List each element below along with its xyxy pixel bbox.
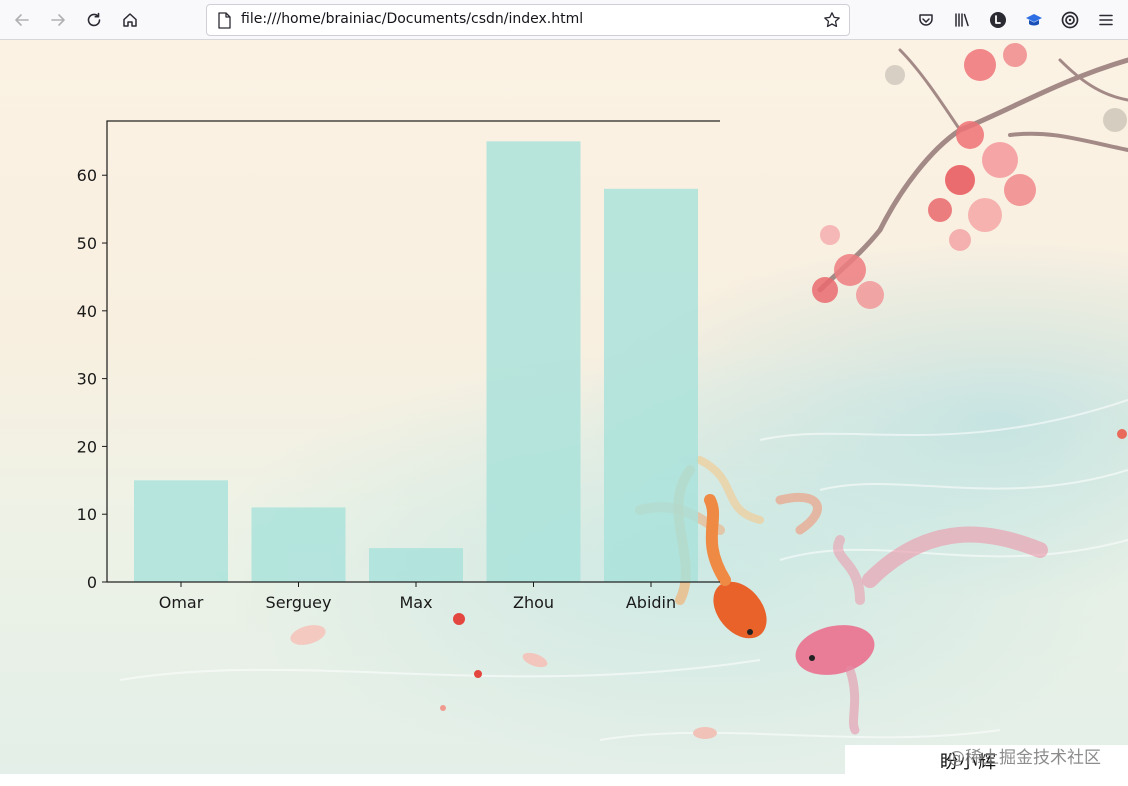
site-watermark: @稀土掘金技术社区 [948, 748, 1101, 768]
bar-zhou [486, 141, 581, 582]
bar-omar [134, 480, 228, 582]
bar-serguey [251, 507, 346, 582]
x-tick-label: Max [399, 593, 432, 612]
home-button[interactable] [116, 6, 144, 34]
url-text: file:///home/brainiac/Documents/csdn/ind… [241, 11, 584, 27]
y-tick-label: 20 [77, 437, 97, 456]
back-button[interactable] [8, 6, 36, 34]
pink-goldfish [795, 526, 1048, 735]
reload-button[interactable] [80, 6, 108, 34]
x-tick-label: Zhou [513, 593, 554, 612]
reload-icon [87, 12, 101, 27]
y-tick-label: 40 [77, 302, 97, 321]
bar-max [369, 548, 463, 582]
y-tick-label: 30 [77, 370, 97, 389]
library-button[interactable] [948, 6, 976, 34]
blue-hat-extension-icon [1026, 14, 1042, 26]
forward-button[interactable] [44, 6, 72, 34]
page-icon [218, 12, 231, 29]
y-axis-ticks: 0 10 20 30 40 50 60 [77, 166, 107, 592]
chart-bars [134, 141, 698, 582]
x-tick-label: Serguey [266, 593, 332, 612]
menu-button[interactable] [1092, 6, 1120, 34]
library-icon [955, 13, 969, 27]
bar-abidin [604, 188, 698, 582]
blossom-branch [817, 48, 1128, 293]
y-tick-label: 10 [77, 505, 97, 524]
x-tick-label: Omar [159, 593, 204, 612]
arrow-right-icon [51, 14, 65, 26]
spiral-extension-icon [1061, 11, 1079, 29]
extension-spiral-button[interactable] [1056, 6, 1084, 34]
bar-chart: 0 10 20 30 40 50 60 Omar Serguey Max Zhou Abidin [77, 120, 720, 612]
home-icon [123, 13, 137, 27]
bookmark-star-icon[interactable] [823, 11, 841, 29]
y-tick-label: 60 [77, 166, 97, 185]
hamburger-menu-icon [1099, 14, 1113, 26]
blossom-flowers [812, 43, 1127, 309]
y-tick-label: 50 [77, 234, 97, 253]
y-tick-label: 0 [87, 573, 97, 592]
page-viewport: 0 10 20 30 40 50 60 Omar Serguey Max Zhou Abidin [0, 40, 1128, 774]
pocket-button[interactable] [912, 6, 940, 34]
extension-blue-button[interactable] [1020, 6, 1048, 34]
l-extension-icon [990, 12, 1006, 28]
extension-l-button[interactable] [984, 6, 1012, 34]
url-bar[interactable]: file:///home/brainiac/Documents/csdn/ind… [206, 4, 850, 36]
pocket-icon [919, 14, 933, 26]
x-tick-label: Abidin [626, 593, 676, 612]
x-axis-ticks: Omar Serguey Max Zhou Abidin [159, 582, 676, 612]
arrow-left-icon [15, 14, 29, 26]
browser-toolbar: file:///home/brainiac/Documents/csdn/ind… [0, 0, 1128, 40]
